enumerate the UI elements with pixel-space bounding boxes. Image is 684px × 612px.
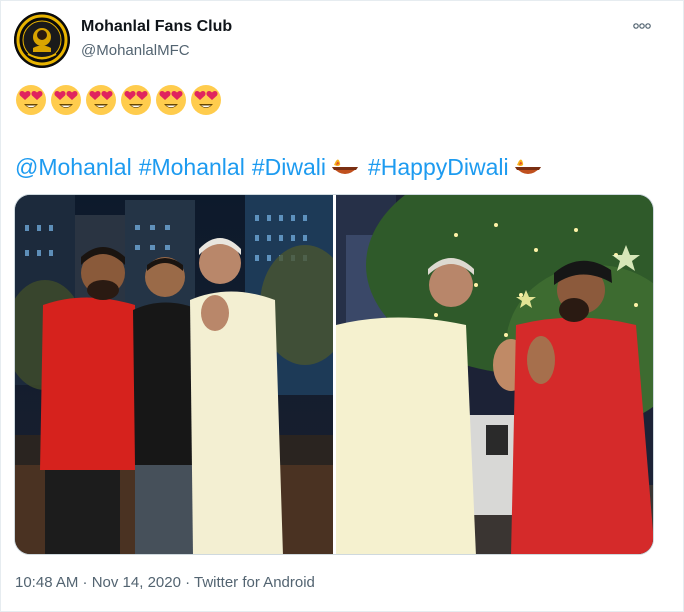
source-link[interactable]: Twitter for Android — [194, 574, 315, 591]
more-options-button[interactable] — [627, 14, 657, 38]
footer-separator: · — [180, 574, 194, 591]
author-handle[interactable]: @MohanlalMFC — [81, 42, 190, 59]
photo-three-men-image — [15, 195, 333, 554]
photo-diwali-greeting-image — [336, 195, 653, 554]
heart-eyes-emoji-icon — [190, 84, 222, 116]
diya-lamp-icon — [511, 153, 545, 181]
author-name[interactable]: Mohanlal Fans Club — [81, 18, 232, 36]
tweet-footer: 10:48 AM · Nov 14, 2020 · Twitter for An… — [15, 574, 315, 591]
tweet-text: @Mohanlal #Mohanlal #Diwali #HappyDiwali — [15, 152, 551, 182]
heart-eyes-emoji-icon — [15, 84, 47, 116]
tweet-card: Mohanlal Fans Club @MohanlalMFC @Mohanla… — [0, 0, 684, 612]
diya-lamp-icon — [328, 153, 362, 181]
heart-eyes-emoji-icon — [155, 84, 187, 116]
avatar[interactable] — [14, 12, 70, 68]
timestamp-link[interactable]: 10:48 AM · Nov 14, 2020 — [15, 574, 181, 591]
heart-eyes-emoji-icon — [50, 84, 82, 116]
emoji-row — [15, 84, 222, 116]
heart-eyes-emoji-icon — [85, 84, 117, 116]
photo-left[interactable] — [15, 195, 333, 554]
hashtag-link-mohanlal[interactable]: #Mohanlal — [139, 152, 245, 182]
hashtag-link-happydiwali[interactable]: #HappyDiwali — [368, 152, 509, 182]
mention-link-mohanlal[interactable]: @Mohanlal — [15, 152, 132, 182]
hashtag-link-diwali[interactable]: #Diwali — [252, 152, 326, 182]
photo-right[interactable] — [336, 195, 653, 554]
heart-eyes-emoji-icon — [120, 84, 152, 116]
media-grid — [14, 194, 654, 555]
club-logo-icon — [14, 12, 70, 68]
more-options-icon — [633, 23, 651, 29]
